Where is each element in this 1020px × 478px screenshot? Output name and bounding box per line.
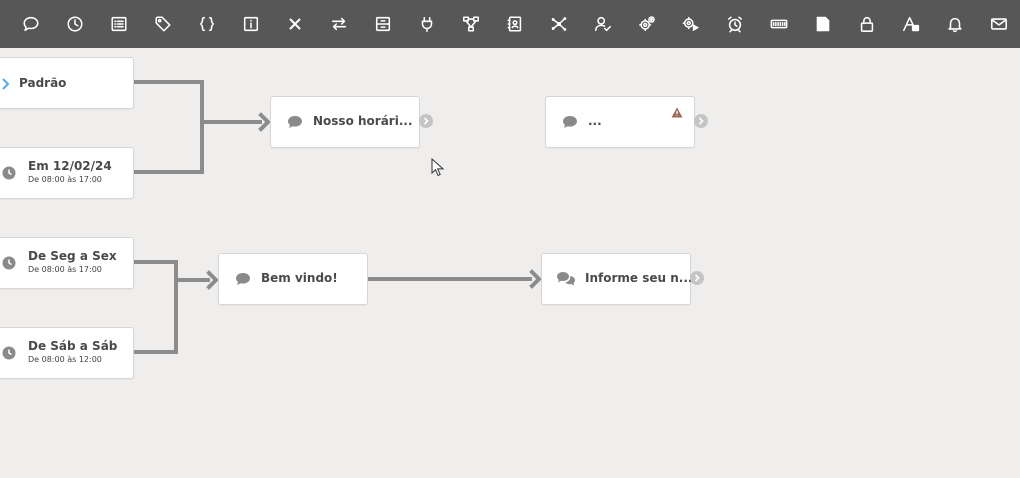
clock-icon[interactable]: [59, 8, 91, 40]
list-icon[interactable]: [103, 8, 135, 40]
node-title: De Seg a Sex: [28, 249, 117, 263]
node-ellipsis[interactable]: ...: [545, 96, 695, 148]
node-bem-vindo[interactable]: Bem vindo!: [218, 253, 368, 305]
node-em-date[interactable]: Em 12/02/24 De 08:00 às 17:00: [0, 147, 134, 199]
message-icon: [236, 273, 250, 285]
node-title: Nosso horári...: [313, 114, 413, 128]
node-title: Padrão: [19, 76, 67, 90]
output-port[interactable]: [690, 271, 704, 285]
node-subtitle: De 08:00 às 17:00: [28, 175, 102, 184]
mouse-cursor-icon: [431, 158, 445, 177]
clock-icon: [2, 166, 16, 180]
translate-icon[interactable]: [895, 8, 927, 40]
node-subtitle: De 08:00 às 17:00: [28, 265, 102, 274]
flowchart-icon[interactable]: [455, 8, 487, 40]
node-informe[interactable]: Informe seu n...: [541, 253, 693, 305]
messages-icon: [557, 272, 575, 286]
output-port[interactable]: [419, 114, 433, 128]
node-subtitle: De 08:00 às 12:00: [28, 355, 102, 364]
user-check-icon[interactable]: [587, 8, 619, 40]
tag-icon[interactable]: [147, 8, 179, 40]
node-padrao[interactable]: Padrão: [0, 57, 134, 109]
plug-icon[interactable]: [411, 8, 443, 40]
output-port[interactable]: [694, 114, 708, 128]
info-icon[interactable]: [235, 8, 267, 40]
braces-icon[interactable]: [191, 8, 223, 40]
link-em-date: [134, 122, 204, 174]
mail-icon[interactable]: [983, 8, 1015, 40]
keyboard-icon[interactable]: [763, 8, 795, 40]
message-icon: [288, 116, 302, 128]
gear-play-icon[interactable]: [675, 8, 707, 40]
node-title: Bem vindo!: [261, 271, 338, 285]
chat-bubble-icon[interactable]: [15, 8, 47, 40]
toolbar: JS: [0, 0, 1020, 48]
svg-text:JS: JS: [819, 25, 826, 31]
node-nosso-horario[interactable]: Nosso horári...: [270, 96, 420, 148]
link-padrao: [134, 80, 204, 122]
node-sab-sab[interactable]: De Sáb a Sáb De 08:00 às 12:00: [0, 327, 134, 379]
node-title: ...: [588, 114, 602, 128]
alarm-clock-icon[interactable]: [719, 8, 751, 40]
node-title: Informe seu n...: [585, 271, 693, 285]
bell-icon[interactable]: [939, 8, 971, 40]
message-icon: [563, 116, 577, 128]
warning-icon: [671, 107, 683, 118]
swap-arrows-icon[interactable]: [323, 8, 355, 40]
link-sab-sab: [134, 280, 178, 354]
node-title: Em 12/02/24: [28, 159, 112, 173]
node-seg-sex[interactable]: De Seg a Sex De 08:00 às 17:00: [0, 237, 134, 289]
javascript-icon[interactable]: JS: [807, 8, 839, 40]
close-icon[interactable]: [279, 8, 311, 40]
arrowhead-informe: [529, 269, 542, 289]
archive-icon[interactable]: [367, 8, 399, 40]
node-title: De Sáb a Sáb: [28, 339, 118, 353]
arrowhead-nosso-horario: [258, 112, 271, 132]
arrowhead-bem-vindo: [206, 270, 219, 290]
link-seg-sex: [134, 260, 178, 280]
contact-card-icon[interactable]: [499, 8, 531, 40]
clock-icon: [2, 346, 16, 360]
lock-icon[interactable]: [851, 8, 883, 40]
connection-lines: [134, 80, 542, 354]
gears-icon[interactable]: [631, 8, 663, 40]
entry-arrow-icon: [2, 78, 10, 90]
clock-icon: [2, 256, 16, 270]
network-icon[interactable]: [543, 8, 575, 40]
